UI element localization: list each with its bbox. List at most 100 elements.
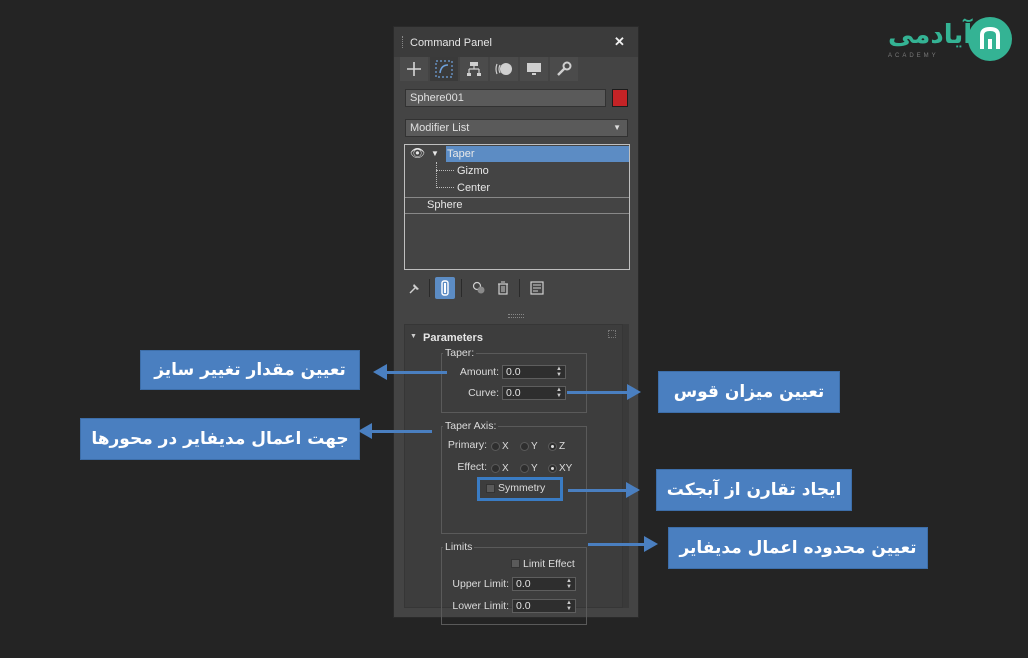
tab-display[interactable] (520, 57, 548, 81)
configure-icon (530, 281, 544, 295)
lower-limit-value: 0.0 (516, 600, 531, 612)
arrow-line (567, 391, 629, 394)
utilities-wrench-icon (557, 61, 572, 76)
stack-item-gizmo[interactable]: Gizmo (405, 163, 629, 179)
modify-icon (435, 60, 453, 78)
callout-symmetry: ایجاد تقارن از آبجکت (656, 469, 852, 511)
stack-item-taper[interactable]: 👁 ▼ Taper (405, 146, 629, 162)
amount-label: Amount: (459, 366, 499, 378)
arrow-right-icon (644, 536, 658, 552)
callout-curve: تعیین میزان قوس (658, 371, 840, 413)
spinner-arrows-icon[interactable]: ▲ ▼ (556, 387, 562, 399)
modifier-list-label: Modifier List (410, 122, 470, 134)
chevron-down-icon: ▼ (613, 123, 621, 132)
stack-item-gizmo-label: Gizmo (457, 165, 489, 177)
object-color-swatch[interactable] (612, 89, 628, 107)
close-icon[interactable]: ✕ (614, 34, 625, 50)
object-name-input[interactable]: Sphere001 (405, 89, 606, 107)
pin-icon (409, 284, 419, 294)
panel-titlebar[interactable]: Command Panel ✕ (394, 27, 638, 57)
effect-xy-label: XY (559, 463, 573, 474)
upper-limit-label: Upper Limit: (452, 578, 509, 590)
command-tabs (400, 57, 590, 81)
grip-icon[interactable] (402, 36, 405, 48)
stack-toolbar (405, 277, 565, 299)
arrow-line (385, 371, 447, 374)
stack-item-sphere[interactable]: Sphere (405, 197, 629, 213)
parameters-rollout: ▼ Parameters Taper: Amount: 0.0 ▲ ▼ Curve… (404, 324, 623, 625)
tab-modify[interactable] (430, 57, 458, 81)
spinner-arrows-icon[interactable]: ▲ ▼ (566, 578, 572, 590)
trash-icon (498, 281, 508, 295)
rollout-grip-icon (608, 330, 616, 338)
tab-hierarchy[interactable] (460, 57, 488, 81)
taper-group-label: Taper: (443, 347, 477, 359)
spinner-arrows-icon[interactable]: ▲ ▼ (566, 600, 572, 612)
plus-icon (407, 62, 421, 76)
curve-label: Curve: (468, 387, 499, 399)
amount-value: 0.0 (506, 366, 521, 378)
taper-group (441, 353, 587, 413)
symmetry-label[interactable]: Symmetry (498, 482, 545, 494)
rollout-scrollbar[interactable] (623, 324, 629, 608)
limit-effect-label[interactable]: Limit Effect (523, 558, 575, 570)
effect-y-label: Y (531, 463, 538, 474)
stack-item-center-label: Center (457, 182, 491, 194)
tab-utilities[interactable] (550, 57, 578, 81)
panel-title: Command Panel (410, 37, 492, 49)
tab-motion[interactable] (490, 57, 518, 81)
modifier-list-dropdown[interactable]: Modifier List ▼ (405, 119, 628, 137)
rollout-title[interactable]: Parameters (423, 332, 483, 344)
eye-icon[interactable]: 👁 (410, 145, 425, 161)
callout-limits: تعیین محدوده اعمال مدیفایر (668, 527, 928, 569)
arrow-line (588, 543, 646, 546)
end-result-icon (441, 280, 449, 296)
rollout-collapse-icon[interactable]: ▼ (410, 333, 417, 340)
arrow-line (370, 430, 432, 433)
logo-subtitle: ACADEMY (888, 53, 939, 59)
callout-amount: تعیین مقدار تغییر سایز (140, 350, 360, 390)
make-unique-button[interactable] (469, 277, 489, 299)
modifier-stack[interactable]: 👁 ▼ Taper Gizmo Center Sphere (404, 144, 630, 270)
curve-spinner[interactable]: 0.0 ▲ ▼ (502, 386, 566, 400)
symmetry-checkbox[interactable] (486, 484, 495, 493)
lower-limit-spinner[interactable]: 0.0 ▲ ▼ (512, 599, 576, 613)
tab-create[interactable] (400, 57, 428, 81)
pin-stack-button[interactable] (405, 277, 425, 299)
primary-z-radio[interactable] (548, 442, 557, 451)
panel-resize-handle[interactable] (508, 314, 524, 318)
upper-limit-spinner[interactable]: 0.0 ▲ ▼ (512, 577, 576, 591)
effect-x-radio[interactable] (491, 464, 500, 473)
command-panel: Command Panel ✕ Sphere001 Modifier List … (393, 26, 639, 625)
curve-value: 0.0 (506, 387, 521, 399)
hierarchy-icon (467, 62, 481, 76)
primary-y-radio[interactable] (520, 442, 529, 451)
effect-x-label: X (502, 463, 509, 474)
primary-label: Primary: (447, 439, 487, 451)
upper-limit-value: 0.0 (516, 578, 531, 590)
limit-effect-checkbox[interactable] (511, 559, 520, 568)
amount-spinner[interactable]: 0.0 ▲ ▼ (502, 365, 566, 379)
expand-triangle-icon[interactable]: ▼ (431, 146, 439, 162)
effect-xy-radio[interactable] (548, 464, 557, 473)
callout-axis: جهت اعمال مدیفایر در محورها (80, 418, 360, 460)
logo-icon (968, 17, 1012, 61)
primary-x-radio[interactable] (491, 442, 500, 451)
show-end-result-button[interactable] (435, 277, 455, 299)
arrow-right-icon (626, 482, 640, 498)
limits-group-label: Limits (443, 541, 475, 553)
display-icon (527, 63, 541, 75)
remove-modifier-button[interactable] (493, 277, 513, 299)
motion-icon (495, 63, 512, 75)
primary-y-label: Y (531, 441, 538, 452)
lower-limit-label: Lower Limit: (452, 600, 509, 612)
configure-sets-button[interactable] (527, 277, 547, 299)
effect-y-radio[interactable] (520, 464, 529, 473)
effect-label: Effect: (457, 461, 487, 473)
arrow-right-icon (627, 384, 641, 400)
stack-item-center[interactable]: Center (405, 180, 629, 196)
primary-z-label: Z (559, 441, 566, 452)
primary-x-label: X (502, 441, 509, 452)
taper-axis-group-label: Taper Axis: (443, 420, 499, 432)
spinner-arrows-icon[interactable]: ▲ ▼ (556, 366, 562, 378)
